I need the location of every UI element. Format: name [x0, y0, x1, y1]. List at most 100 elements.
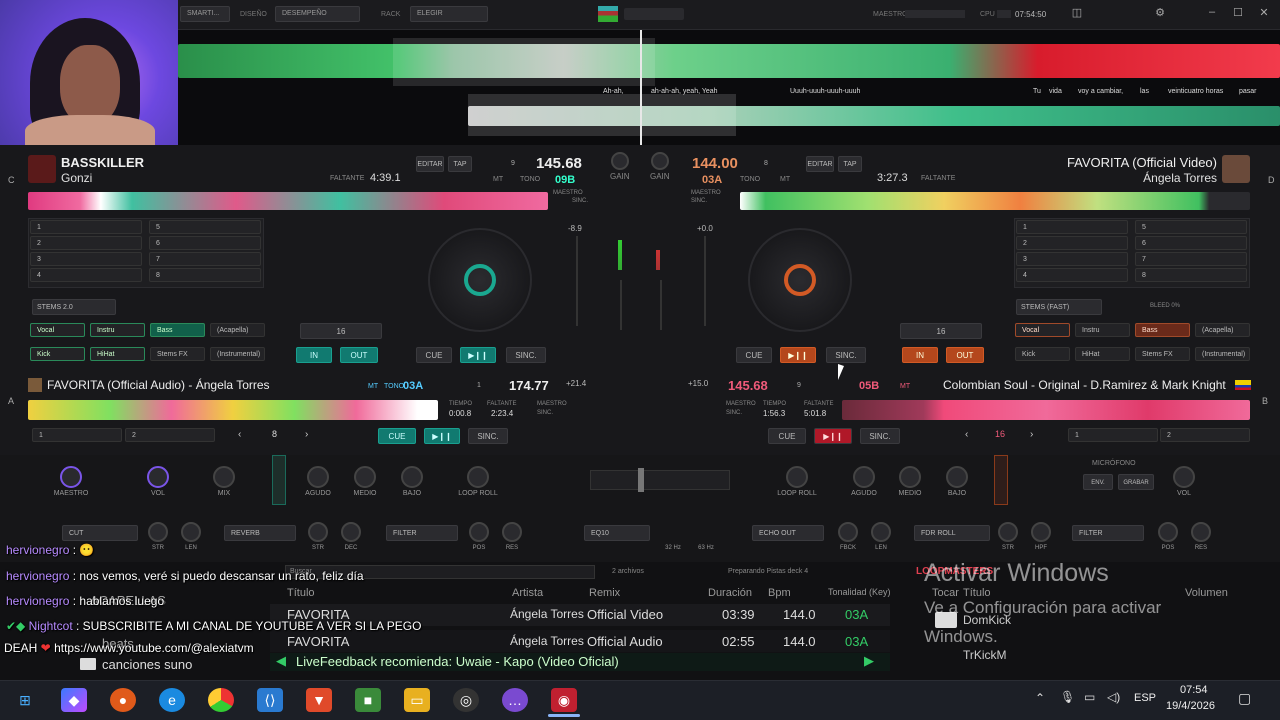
deck1-edit-button[interactable]: EDITAR [416, 156, 444, 172]
col-title[interactable]: Título [287, 587, 315, 599]
deck2-stem-vocal[interactable]: Vocal [1015, 323, 1070, 337]
layout-icon[interactable] [598, 6, 618, 22]
deck1-stem-fx[interactable]: Stems FX [150, 347, 205, 361]
settings-icon[interactable]: ⚙ [1150, 6, 1170, 22]
deckB-cue-pad-1[interactable]: 1 [1068, 428, 1158, 442]
fx1-select[interactable]: CUT [62, 525, 138, 541]
deck2-stem-acapella[interactable]: (Acapella) [1195, 323, 1250, 337]
crossfader[interactable] [590, 470, 730, 490]
close-icon[interactable]: ✕ [1254, 6, 1274, 22]
deck2-edit-button[interactable]: EDITAR [806, 156, 834, 172]
deckA-cue-button[interactable]: CUE [378, 428, 416, 444]
deck1-stem-hihat[interactable]: HiHat [90, 347, 145, 361]
deck2-hotcue-7[interactable]: 7 [1135, 252, 1247, 266]
mixer-gain-right-knob[interactable] [651, 152, 669, 170]
deck1-loop-roll-knob[interactable] [467, 466, 489, 488]
fx1-str-knob[interactable] [148, 522, 168, 542]
col-duration[interactable]: Duración [708, 587, 752, 599]
deck1-stem-bass[interactable]: Bass [150, 323, 205, 337]
mic-record-button[interactable]: GRABAR [1118, 474, 1154, 490]
minecraft-icon[interactable]: ■ [355, 688, 381, 712]
deck1-stem-vocal[interactable]: Vocal [30, 323, 85, 337]
fx3-res-knob[interactable] [502, 522, 522, 542]
deckB-loop-next-icon[interactable]: › [1030, 429, 1033, 440]
deckA-loop-prev-icon[interactable]: ‹ [238, 429, 241, 440]
deck1-bpm[interactable]: 145.68 [536, 155, 582, 172]
fx3-pos-knob[interactable] [469, 522, 489, 542]
fx2-dec-knob[interactable] [341, 522, 361, 542]
fx4-select[interactable]: ECHO OUT [752, 525, 824, 541]
deckB-key[interactable]: 05B [859, 380, 879, 392]
deckB-bpm[interactable]: 145.68 [728, 378, 768, 393]
fx1-len-knob[interactable] [181, 522, 201, 542]
deck2-stem-instru[interactable]: Instru [1075, 323, 1130, 337]
deck1-hotcue-8[interactable]: 8 [149, 268, 261, 282]
col-key[interactable]: Tonalidad (Key) [828, 587, 891, 597]
deck1-hotcue-5[interactable]: 5 [149, 220, 261, 234]
deckB-cue-pad-2[interactable]: 2 [1160, 428, 1250, 442]
fx2-select[interactable]: REVERB [224, 525, 296, 541]
deckA-sync-button[interactable]: SINC. [468, 428, 508, 444]
deckA-cue-pad-1[interactable]: 1 [32, 428, 122, 442]
chrome-icon[interactable] [208, 688, 234, 712]
browser-folder-suno[interactable]: canciones suno [102, 657, 192, 672]
maximize-icon[interactable]: ☐ [1228, 6, 1248, 22]
deck1-hotcue-3[interactable]: 3 [30, 252, 142, 266]
deck2-loop-in-button[interactable]: IN [902, 347, 938, 363]
deck2-hotcue-3[interactable]: 3 [1016, 252, 1128, 266]
mic-vol-knob[interactable] [1173, 466, 1195, 488]
fx4-len-knob[interactable] [871, 522, 891, 542]
deck2-pitch-slider[interactable] [704, 236, 706, 326]
deck2-hotcue-1[interactable]: 1 [1016, 220, 1128, 234]
livefeedback-play-icon[interactable]: ▶ [864, 653, 874, 669]
livefeedback-back-icon[interactable]: ◀ [276, 653, 286, 669]
deckA-loop-size[interactable]: 8 [272, 429, 277, 439]
fx6-res-knob[interactable] [1191, 522, 1211, 542]
deckA-key[interactable]: 03A [403, 380, 423, 392]
fx6-select[interactable]: FILTER [1072, 525, 1144, 541]
col-remix[interactable]: Remix [589, 587, 620, 599]
deck2-stem-kick[interactable]: Kick [1015, 347, 1070, 361]
waveform-overview[interactable]: Ah-ah, ah-ah-ah, yeah, Yeah Uuuh-uuuh-uu… [178, 30, 1280, 145]
deck2-eq-high-knob[interactable] [853, 466, 875, 488]
deck1-hotcue-2[interactable]: 2 [30, 236, 142, 250]
deck2-bpm[interactable]: 144.00 [692, 155, 738, 172]
microphone-icon[interactable]: 🎙 [1060, 690, 1075, 704]
deck1-stem-instrumental[interactable]: (Instrumental) [210, 347, 265, 361]
deck1-cue-button[interactable]: CUE [416, 347, 452, 363]
deckB-play-button[interactable]: ▶❙❙ [814, 428, 852, 444]
deckA-loop-next-icon[interactable]: › [305, 429, 308, 440]
copilot-icon[interactable]: ◆ [61, 688, 87, 712]
windows-start-icon[interactable]: ⊞ [12, 688, 38, 712]
fx5-hpf-knob[interactable] [1031, 522, 1051, 542]
file-explorer-icon[interactable]: ▭ [404, 688, 430, 712]
deck1-hotcue-7[interactable]: 7 [149, 252, 261, 266]
deck2-hotcue-6[interactable]: 6 [1135, 236, 1247, 250]
deck2-hotcue-5[interactable]: 5 [1135, 220, 1247, 234]
deckB-sync-button[interactable]: SINC. [860, 428, 900, 444]
deckB-loop-size[interactable]: 16 [995, 429, 1005, 439]
side-row-2[interactable]: TrKickM [963, 648, 1007, 662]
smart-button[interactable]: SMARTI... [180, 6, 230, 22]
deck2-loop-out-button[interactable]: OUT [946, 347, 984, 363]
edge-icon[interactable]: e [159, 688, 185, 712]
notifications-icon[interactable]: ▢ [1238, 690, 1251, 707]
chat-app-icon[interactable]: … [502, 688, 528, 712]
deck1-key[interactable]: 09B [555, 174, 575, 186]
deck2-stem-instrumental[interactable]: (Instrumental) [1195, 347, 1250, 361]
deck1-pitch-slider[interactable] [576, 236, 578, 326]
fx5-str-knob[interactable] [998, 522, 1018, 542]
deck1-stems-select[interactable]: STEMS 2.0 [32, 299, 116, 315]
master-knob[interactable] [60, 466, 82, 488]
mixer-gain-left-knob[interactable] [611, 152, 629, 170]
deck1-eq-mid-knob[interactable] [354, 466, 376, 488]
deck1-sync-button[interactable]: SINC. [506, 347, 546, 363]
deck2-sync-button[interactable]: SINC. [826, 347, 866, 363]
deck1-stem-instru[interactable]: Instru [90, 323, 145, 337]
deckA-bpm[interactable]: 174.77 [509, 378, 549, 393]
firefox-icon[interactable]: ● [110, 688, 136, 712]
deck1-hotcue-4[interactable]: 4 [30, 268, 142, 282]
tray-chevron-icon[interactable]: ⌃ [1035, 691, 1045, 705]
mic-env-button[interactable]: ENV. [1083, 474, 1113, 490]
deck2-loop-roll-knob[interactable] [786, 466, 808, 488]
